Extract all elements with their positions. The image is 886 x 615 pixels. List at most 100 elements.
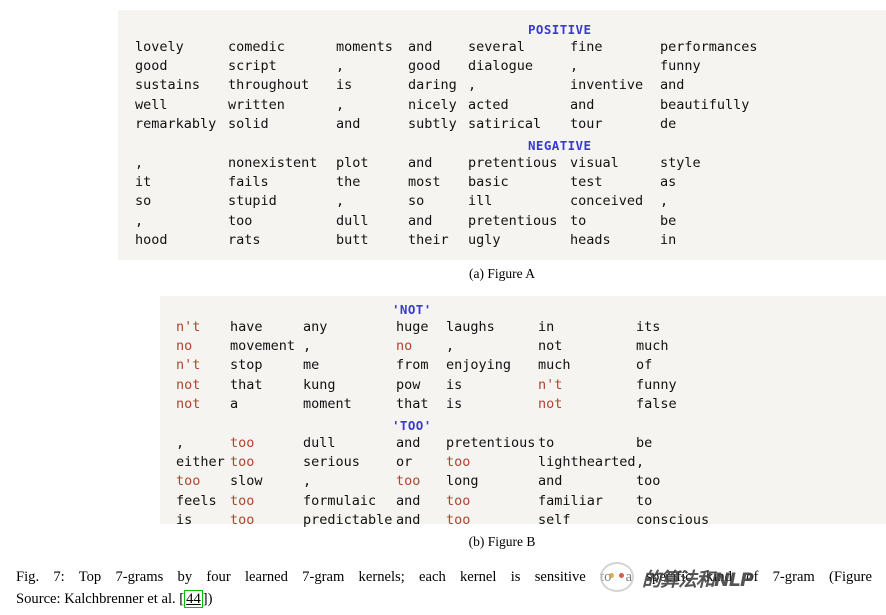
ngram-word: its xyxy=(636,319,661,335)
ngram-word: de xyxy=(660,115,677,132)
ngram-row: remarkably solid and subtly satirical tour de xyxy=(118,115,886,134)
ngram-word: is xyxy=(446,395,463,412)
ngram-word: style xyxy=(660,155,701,171)
ngram-word: slow xyxy=(230,473,263,490)
ngram-word: too xyxy=(230,435,255,451)
ngram-word: is xyxy=(336,77,353,94)
ngram-row: no movement, no, not much xyxy=(160,337,886,356)
ngram-word: heads xyxy=(570,231,611,248)
ngram-word: predictable xyxy=(303,511,393,528)
ngram-word: not xyxy=(176,395,201,412)
ngram-word: beautifully xyxy=(660,96,750,113)
ngram-word: , xyxy=(336,58,345,75)
ngram-word: be xyxy=(660,212,677,229)
section-label-negative: NEGATIVE xyxy=(528,138,592,153)
ngram-word: and xyxy=(396,435,421,451)
figure-a-panel: POSITIVE lovely comedic moments and several fi… xyxy=(118,10,886,260)
ngram-word: not xyxy=(176,376,201,393)
ngram-word: and xyxy=(408,39,433,55)
ngram-word: daring xyxy=(408,77,457,94)
ngram-word: false xyxy=(636,395,677,412)
caption-source-suffix: ]) xyxy=(202,591,213,607)
ngram-word: rats xyxy=(228,231,261,248)
ngram-word: conscious xyxy=(636,511,710,528)
ngram-word: n't xyxy=(176,357,201,374)
ngram-row: n't stop me from enjoying much of xyxy=(160,356,886,375)
ngram-word: several xyxy=(468,39,525,55)
ngram-word: is xyxy=(176,511,193,528)
ngram-word: stop xyxy=(230,357,263,374)
ngram-word: , xyxy=(303,473,312,490)
ngram-word: as xyxy=(660,174,677,191)
ngram-row: , too dull and pretentious to be xyxy=(118,212,886,231)
ngram-row: too slow, too long and too xyxy=(160,472,886,491)
ngram-word: pretentious xyxy=(468,212,558,229)
ngram-word: huge xyxy=(396,319,429,335)
ngram-word: so xyxy=(408,193,425,210)
ngram-word: nicely xyxy=(408,96,457,113)
ngram-row: hood rats butt their ugly heads in xyxy=(118,231,886,250)
ngram-row: , too dull and pretentious to be xyxy=(160,434,886,453)
ngram-word: and xyxy=(570,96,595,113)
ngram-word: too xyxy=(230,454,255,471)
ngram-word: , xyxy=(135,212,144,229)
section-label-not: 'NOT' xyxy=(392,302,432,317)
ngram-word: ugly xyxy=(468,231,501,248)
ngram-word: and xyxy=(396,511,421,528)
ngram-word: that xyxy=(230,376,263,393)
ngram-word: not xyxy=(538,395,563,412)
ngram-word: , xyxy=(303,338,312,355)
ngram-row: lovely comedic moments and several fine perfor… xyxy=(118,38,886,57)
ngram-word: too xyxy=(396,473,421,490)
reference-link-44[interactable]: 44 xyxy=(184,590,203,608)
ngram-word: much xyxy=(636,338,669,355)
ngram-row: , nonexistent plot and pretentious visual styl… xyxy=(118,154,886,173)
ngram-word: , xyxy=(336,96,345,113)
ngram-word: inventive xyxy=(570,77,644,94)
ngram-word: kung xyxy=(303,376,336,393)
ngram-word: of xyxy=(636,357,653,374)
ngram-word: most xyxy=(408,174,441,191)
ngram-word: well xyxy=(135,96,168,113)
ngram-word: solid xyxy=(228,115,269,132)
ngram-word: acted xyxy=(468,96,509,113)
ngram-row: it fails the most basic test as xyxy=(118,173,886,192)
caption-line-two: Source: Kalchbrenner et al. [44]) xyxy=(16,588,872,610)
ngram-word: long xyxy=(446,473,479,490)
ngram-row: good script, good dialogue, funny xyxy=(118,57,886,76)
ngram-word: ill xyxy=(468,193,493,210)
ngram-word: too xyxy=(230,492,255,509)
ngram-word: remarkably xyxy=(135,115,217,132)
ngram-word: be xyxy=(636,435,653,451)
ngram-row: so stupid, so ill conceived, xyxy=(118,192,886,211)
ngram-word: , xyxy=(446,338,455,355)
figure-a-subcaption-text: (a) Figure A xyxy=(469,266,535,281)
ngram-word: n't xyxy=(538,376,563,393)
ngram-word: moments xyxy=(336,39,393,55)
ngram-word: , xyxy=(135,155,144,171)
ngram-word: me xyxy=(303,357,320,374)
ngram-row: either too serious or too lighthearted, xyxy=(160,453,886,472)
ngram-word: and xyxy=(660,77,685,94)
ngram-word: any xyxy=(303,319,328,335)
ngram-word: dull xyxy=(303,435,336,451)
ngram-word: , xyxy=(468,77,477,94)
ngram-word: comedic xyxy=(228,39,285,55)
ngram-word: too xyxy=(636,473,661,490)
ngram-word: good xyxy=(135,58,168,75)
ngram-word: fails xyxy=(228,174,269,191)
ngram-word: pretentious xyxy=(468,155,558,171)
ngram-word: self xyxy=(538,511,571,528)
ngram-row: n't have any huge laughs in its xyxy=(160,318,886,337)
ngram-word: n't xyxy=(176,319,201,335)
ngram-word: so xyxy=(135,193,152,210)
section-label-positive: POSITIVE xyxy=(528,22,592,37)
ngram-row: sustains throughout is daring, inventive and xyxy=(118,76,886,95)
ngram-word: is xyxy=(446,376,463,393)
ngram-row: is too predictable and too self conscious xyxy=(160,511,886,530)
ngram-word: subtly xyxy=(408,115,457,132)
ngram-word: and xyxy=(336,115,361,132)
ngram-word: funny xyxy=(636,376,677,393)
ngram-word: not xyxy=(538,338,563,355)
figure-b-subcaption: (b) Figure B xyxy=(0,534,886,550)
